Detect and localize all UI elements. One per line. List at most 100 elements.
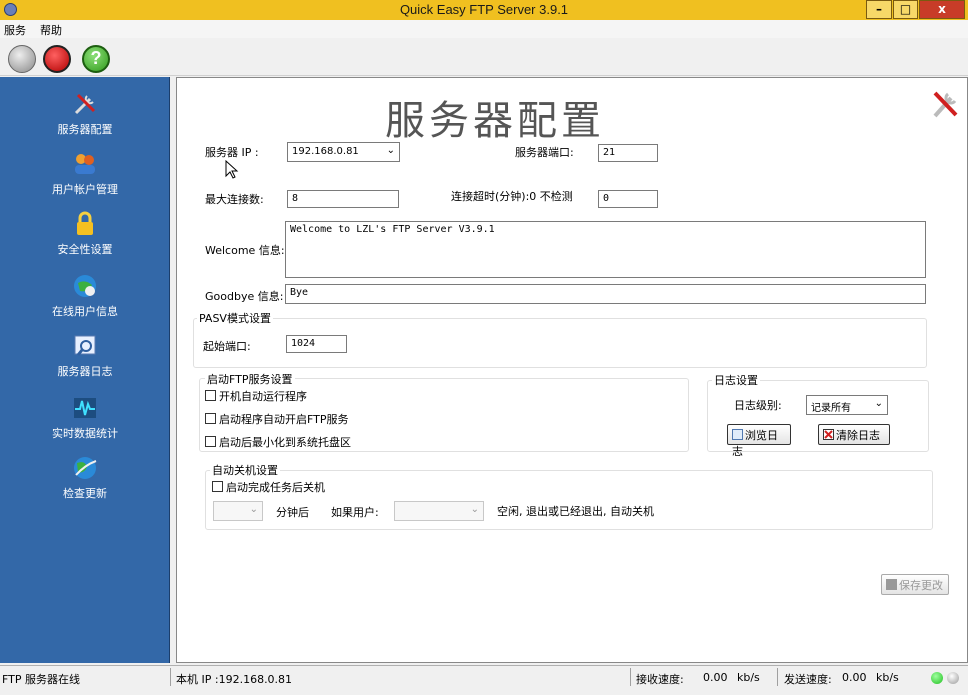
max-connections-input[interactable]: 8 [287,190,399,208]
pasv-settings-title: PASV模式设置 [197,310,273,326]
start-server-button[interactable] [8,45,36,73]
window-title: Quick Easy FTP Server 3.9.1 [399,2,569,17]
send-speed-unit: kb/s [876,671,899,684]
checkbox-box [205,390,216,401]
status-separator [630,668,631,686]
auto-start-ftp-checkbox[interactable]: 启动程序自动开启FTP服务 [205,411,349,427]
sidebar-item-realtime-stats[interactable]: 实时数据统计 [0,395,170,455]
menu-help[interactable]: 帮助 [40,22,62,38]
chevron-down-icon: ⌄ [386,145,395,156]
server-state: FTP 服务器在线 [2,673,80,686]
timeout-label: 连接超时(分钟):0 不检测 [451,190,573,203]
start-port-input[interactable]: 1024 [286,335,347,353]
server-ip-select[interactable]: 192.168.0.81 ⌄ [287,142,400,162]
server-ip-value: 192.168.0.81 [292,146,359,157]
shutdown-after-task-checkbox[interactable]: 启动完成任务后关机 [212,479,325,495]
clear-icon [823,429,834,440]
autorun-checkbox[interactable]: 开机自动运行程序 [205,388,307,404]
sidebar-item-label: 实时数据统计 [52,427,118,440]
online-users-icon [74,275,96,297]
log-settings-title: 日志设置 [712,372,760,388]
server-port-label: 服务器端口: [515,146,574,159]
status-led-off-icon [947,672,959,684]
clear-log-label: 清除日志 [836,429,880,442]
chevron-down-icon: ⌄ [470,504,479,515]
checkbox-box [205,413,216,424]
close-button[interactable]: x [919,0,965,19]
save-icon [886,579,897,590]
sidebar-item-user-accounts[interactable]: 用户帐户管理 [0,151,170,211]
sidebar: 服务器配置 用户帐户管理 安全性设置 在线用户信息 服务器日志 实时数据统计 检… [0,77,170,663]
if-user-label: 如果用户: [331,506,379,519]
users-icon [75,154,95,174]
timeout-input[interactable]: 0 [598,190,658,208]
recv-speed-value: 0.00 [703,671,728,684]
user-state-select[interactable]: ⌄ [394,501,484,521]
page-title: 服务器配置 [385,98,605,144]
checkbox-label: 启动程序自动开启FTP服务 [219,413,349,426]
lock-icon [77,211,93,235]
browse-log-button[interactable]: 浏览日志 [727,424,791,458]
goodbye-message-input[interactable]: Bye [285,284,926,304]
send-speed-label: 发送速度: [784,673,832,686]
sidebar-item-label: 服务器日志 [57,365,113,378]
log-level-label: 日志级别: [734,399,782,412]
send-speed-value: 0.00 [842,671,867,684]
help-button[interactable]: ? [82,45,110,73]
minimize-button[interactable]: – [866,0,892,19]
sidebar-item-label: 服务器配置 [57,123,113,136]
checkbox-label: 启动完成任务后关机 [226,481,325,494]
shutdown-tail-text: 空闲, 退出或已经退出, 自动关机 [497,505,654,518]
local-ip: 本机 IP :192.168.0.81 [176,673,293,686]
recv-speed-label: 接收速度: [636,673,684,686]
mouse-cursor-icon [225,160,239,179]
sidebar-item-label: 用户帐户管理 [52,183,118,196]
checkbox-label: 启动后最小化到系统托盘区 [219,436,351,449]
sidebar-item-security[interactable]: 安全性设置 [0,211,170,271]
log-level-value: 记录所有 [811,403,851,414]
checkbox-label: 开机自动运行程序 [219,390,307,403]
welcome-message-textarea[interactable]: Welcome to LZL's FTP Server V3.9.1 [285,221,926,278]
log-level-select[interactable]: 记录所有 ⌄ [806,395,888,415]
tools-icon [74,93,96,115]
status-bar: FTP 服务器在线 本机 IP :192.168.0.81 接收速度: 0.00… [0,665,968,695]
save-changes-label: 保存更改 [899,579,943,592]
max-connections-label: 最大连接数: [205,193,264,206]
sidebar-item-label: 检查更新 [63,487,107,500]
save-changes-button[interactable]: 保存更改 [881,574,949,595]
document-icon [732,429,743,440]
sidebar-item-check-update[interactable]: 检查更新 [0,455,170,515]
sidebar-item-server-config[interactable]: 服务器配置 [0,91,170,151]
menu-bar: 服务 帮助 [0,20,968,38]
welcome-label: Welcome 信息: [205,244,285,257]
chevron-down-icon: ⌄ [874,398,883,409]
start-port-label: 起始端口: [203,340,251,353]
status-separator [777,668,778,686]
status-led-icon [931,672,943,684]
server-ip-label: 服务器 IP : [205,146,259,159]
checkbox-box [205,436,216,447]
minimize-to-tray-checkbox[interactable]: 启动后最小化到系统托盘区 [205,434,351,450]
title-bar[interactable]: Quick Easy FTP Server 3.9.1 – □ x [0,0,968,20]
recv-speed-unit: kb/s [737,671,760,684]
server-config-panel: 服务器配置 服务器 IP : 192.168.0.81 ⌄ 服务器端口: 21 … [176,77,968,663]
goodbye-label: Goodbye 信息: [205,290,284,303]
minutes-label: 分钟后 [276,506,309,519]
shutdown-minutes-select[interactable]: ⌄ [213,501,263,521]
sidebar-item-online-users[interactable]: 在线用户信息 [0,273,170,333]
maximize-button[interactable]: □ [893,0,918,19]
auto-shutdown-title: 自动关机设置 [210,462,280,478]
sidebar-item-server-log[interactable]: 服务器日志 [0,333,170,393]
log-icon [74,335,96,356]
globe-icon [74,457,97,479]
server-port-input[interactable]: 21 [598,144,658,162]
tools-icon [933,91,958,118]
stop-server-button[interactable] [43,45,71,73]
checkbox-box [212,481,223,492]
menu-service[interactable]: 服务 [4,22,26,38]
startup-settings-title: 启动FTP服务设置 [205,371,295,387]
chevron-down-icon: ⌄ [249,504,258,515]
toolbar [0,38,968,76]
clear-log-button[interactable]: 清除日志 [818,424,890,445]
sidebar-item-label: 安全性设置 [57,243,113,256]
